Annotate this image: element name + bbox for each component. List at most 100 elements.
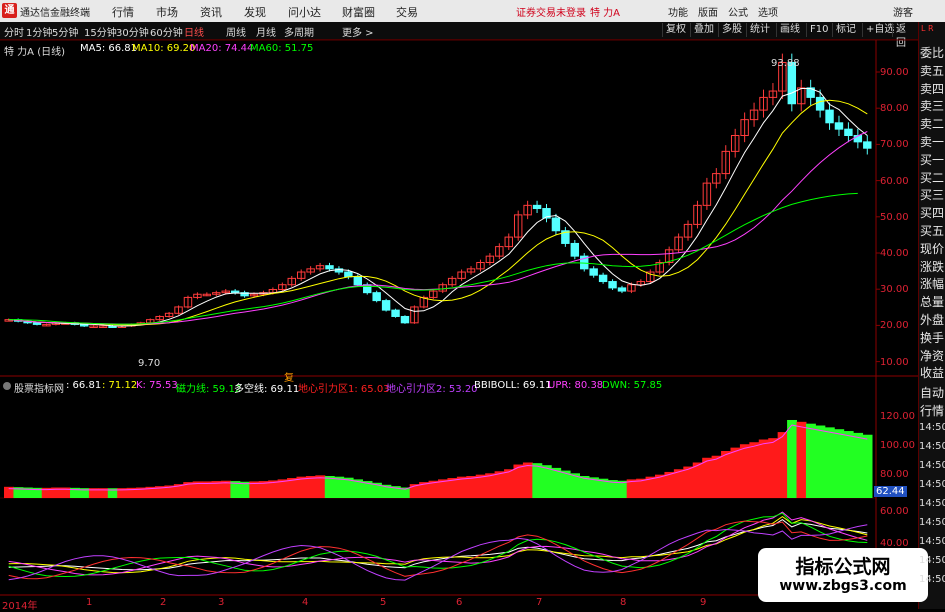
ma-label-3: MA60: 51.75: [250, 43, 314, 54]
side-label-4: 卖二: [919, 117, 944, 132]
momentum-bar: [494, 471, 505, 498]
high-marker: 93.88: [771, 58, 800, 69]
watermark-url: www.zbgs3.com: [779, 578, 907, 594]
main-ytick-7: 20.00: [880, 320, 909, 332]
candle-body: [381, 300, 391, 311]
momentum-bar: [683, 466, 694, 498]
side-label-18: 收益: [919, 366, 944, 381]
ma-label-1: MA10: 69.20: [132, 43, 196, 54]
time-tick-9: 9: [700, 597, 707, 608]
side-label-5: 卖一: [919, 135, 944, 149]
sub-label-6: 地心引力区2: 53.20: [386, 384, 478, 395]
momentum-bar: [815, 425, 826, 498]
momentum-bar: [636, 478, 647, 498]
momentum-bar: [551, 467, 562, 498]
momentum-bar: [466, 476, 477, 498]
candle-body: [844, 128, 853, 136]
ma-label-2: MA20: 74.44: [190, 43, 254, 54]
momentum-bar: [805, 423, 816, 498]
time-tick-5: 5: [380, 597, 387, 608]
momentum-bar: [862, 434, 873, 498]
kline-chart[interactable]: [0, 0, 945, 609]
main-ytick-0: 90.00: [880, 67, 909, 78]
momentum-bar: [522, 462, 533, 498]
sub-label-7: BBIBOLL: 69.11: [474, 380, 552, 391]
momentum-bar: [673, 469, 684, 498]
watermark-box: 指标公式网 www.zbgs3.com: [758, 548, 928, 602]
momentum-bar: [824, 427, 835, 498]
time-tick-6: 6: [456, 597, 463, 608]
side-label-6: 买一: [919, 152, 944, 167]
momentum-bar: [513, 464, 524, 498]
candle-body: [863, 141, 872, 149]
side-label-11: 现价: [919, 241, 944, 256]
candle-body: [400, 315, 410, 324]
side-label-13: 涨幅: [919, 277, 944, 292]
main-ytick-5: 40.00: [880, 248, 909, 259]
candle-body: [570, 242, 580, 257]
sub2-line-3: [8, 512, 868, 578]
side-label-10: 买五: [919, 224, 944, 238]
side-label-0: 委比: [919, 46, 944, 60]
indicator-toggle-icon[interactable]: [3, 382, 11, 390]
side-label-7: 买二: [919, 170, 944, 185]
candle-body: [589, 268, 598, 276]
sub2-line-1: [8, 515, 868, 574]
sub2-ytick-0: 60.00: [880, 506, 909, 517]
side-time-3: 14:50: [919, 479, 945, 490]
watermark-title: 指标公式网: [795, 556, 891, 578]
sub-ytick-1: 100.00: [880, 440, 915, 451]
candle-body: [344, 271, 353, 278]
main-ytick-1: 80.00: [880, 103, 909, 115]
momentum-bar: [504, 469, 514, 498]
side-label2-1: 行情: [919, 404, 944, 418]
side-time-5: 14:50: [919, 517, 945, 528]
ma10-line: [8, 99, 868, 326]
side-time-0: 14:50: [919, 422, 945, 433]
momentum-bar: [721, 451, 731, 498]
candle-body: [815, 96, 825, 111]
momentum-bar: [711, 455, 722, 498]
momentum-bar: [787, 419, 798, 498]
low-marker: 9.70: [138, 358, 161, 369]
side-time-6: 14:50: [919, 536, 945, 547]
main-ytick-2: 70.00: [880, 139, 909, 151]
momentum-bar: [532, 463, 543, 498]
time-tick-8: 8: [620, 597, 627, 608]
momentum-bar: [315, 475, 326, 498]
time-tick-7: 7: [536, 597, 543, 608]
side-time-2: 14:50: [919, 460, 945, 471]
momentum-bar: [702, 457, 713, 498]
momentum-bar: [749, 442, 760, 498]
main-chart-title: 特 力A (日线): [4, 47, 66, 58]
candle-body: [391, 309, 400, 317]
event-marker: 复: [284, 373, 294, 384]
momentum-bar: [692, 462, 703, 498]
side-time-1: 14:50: [919, 441, 945, 452]
side-label2-0: 自动: [919, 386, 944, 400]
momentum-bar: [475, 474, 486, 498]
ma5-line: [8, 88, 868, 327]
candle-body: [532, 204, 542, 210]
main-ytick-4: 50.00: [880, 211, 909, 223]
side-label-12: 涨跌: [919, 259, 944, 274]
candle-body: [834, 122, 844, 130]
candle-body: [551, 217, 561, 232]
side-label-15: 外盘: [919, 313, 944, 327]
time-tick-2: 2: [160, 597, 167, 608]
momentum-bar: [853, 432, 864, 498]
candle-body: [353, 276, 363, 286]
side-label-8: 买三: [919, 188, 944, 203]
time-tick-3: 3: [218, 597, 225, 608]
momentum-bar: [334, 476, 345, 498]
momentum-bar: [617, 480, 628, 498]
time-tick-4: 4: [302, 597, 309, 608]
sub-chart-title: 股票指标网: [14, 384, 64, 395]
momentum-bar: [485, 473, 496, 498]
momentum-bar: [739, 444, 750, 498]
side-time-4: 14:50: [919, 498, 945, 509]
candle-body: [230, 290, 240, 294]
side-label-3: 卖三: [919, 99, 944, 114]
momentum-bar: [777, 432, 788, 498]
momentum-bar: [730, 447, 741, 498]
